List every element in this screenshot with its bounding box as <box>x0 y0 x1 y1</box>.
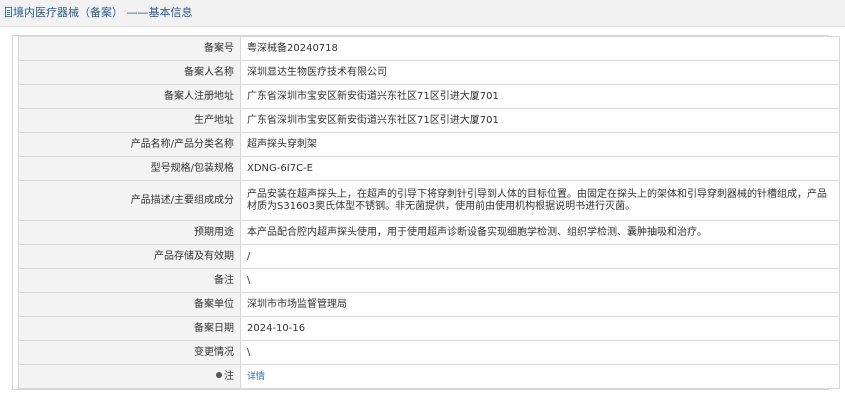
row-value: / <box>240 244 840 269</box>
note-label-cell: 注 <box>18 364 241 389</box>
row-label: 备案号 <box>18 36 241 61</box>
page-header: 境内医疗器械（备案） ——基本信息 <box>0 0 845 27</box>
row-label: 产品描述/主要组成成分 <box>18 180 241 221</box>
row-label: 备案人注册地址 <box>18 84 241 109</box>
pin-icon <box>216 371 222 378</box>
table-row: 备案人名称 深圳显达生物医疗技术有限公司 <box>18 60 840 85</box>
row-value: 广东省深圳市宝安区新安街道兴东社区71区引进大厦701 <box>240 108 840 133</box>
page-title: 境内医疗器械（备案） ——基本信息 <box>13 6 193 19</box>
row-label: 产品名称/产品分类名称 <box>18 132 241 157</box>
row-value: XDNG-6I7C-E <box>240 156 840 181</box>
details-link[interactable]: 详情 <box>247 372 265 382</box>
table-row: 生产地址 广东省深圳市宝安区新安街道兴东社区71区引进大厦701 <box>18 108 840 133</box>
row-label: 备案单位 <box>18 292 241 317</box>
row-label: 备案人名称 <box>18 60 241 85</box>
row-value: 2024-10-16 <box>240 316 840 341</box>
row-value: 产品安装在超声探头上，在超声的引导下将穿刺针引导到人体的目标位置。由固定在探头上… <box>240 180 840 221</box>
table-row: 备案人注册地址 广东省深圳市宝安区新安街道兴东社区71区引进大厦701 <box>18 84 840 109</box>
table-row: 产品存储及有效期 / <box>18 244 840 269</box>
row-label: 型号规格/包装规格 <box>18 156 241 181</box>
row-value: 本产品配合腔内超声探头使用，用于使用超声诊断设备实现细胞学检测、组织学检测、囊肿… <box>240 220 840 245</box>
row-value: 广东省深圳市宝安区新安街道兴东社区71区引进大厦701 <box>240 84 840 109</box>
table-row: 变更情况 \ <box>18 340 840 365</box>
table-row: 备案日期 2024-10-16 <box>18 316 840 341</box>
row-label: 备案日期 <box>18 316 241 341</box>
row-value: 粤深械备20240718 <box>240 36 840 61</box>
row-label: 生产地址 <box>18 108 241 133</box>
row-value: 超声探头穿刺架 <box>240 132 840 157</box>
table-row: 备案号 粤深械备20240718 <box>18 36 840 61</box>
detail-panel: 备案号 粤深械备20240718 备案人名称 深圳显达生物医疗技术有限公司 备案… <box>12 35 840 390</box>
row-value: \ <box>240 268 840 293</box>
table-row: 备案单位 深圳市市场监督管理局 <box>18 292 840 317</box>
detail-table: 备案号 粤深械备20240718 备案人名称 深圳显达生物医疗技术有限公司 备案… <box>18 36 840 389</box>
document-icon <box>5 7 12 17</box>
row-value: 深圳市市场监督管理局 <box>240 292 840 317</box>
table-row: 预期用途 本产品配合腔内超声探头使用，用于使用超声诊断设备实现细胞学检测、组织学… <box>18 220 840 245</box>
table-row: 备注 \ <box>18 268 840 293</box>
row-value: 深圳显达生物医疗技术有限公司 <box>240 60 840 85</box>
row-label: 备注 <box>18 268 241 293</box>
note-label: 注 <box>224 370 234 382</box>
table-row: 型号规格/包装规格 XDNG-6I7C-E <box>18 156 840 181</box>
note-value-cell: 详情 <box>240 364 840 389</box>
table-row: 产品描述/主要组成成分 产品安装在超声探头上，在超声的引导下将穿刺针引导到人体的… <box>18 180 840 221</box>
row-label: 预期用途 <box>18 220 241 245</box>
table-row: 产品名称/产品分类名称 超声探头穿刺架 <box>18 132 840 157</box>
row-value: \ <box>240 340 840 365</box>
row-label: 产品存储及有效期 <box>18 244 241 269</box>
table-row: 注 详情 <box>18 364 840 389</box>
row-label: 变更情况 <box>18 340 241 365</box>
